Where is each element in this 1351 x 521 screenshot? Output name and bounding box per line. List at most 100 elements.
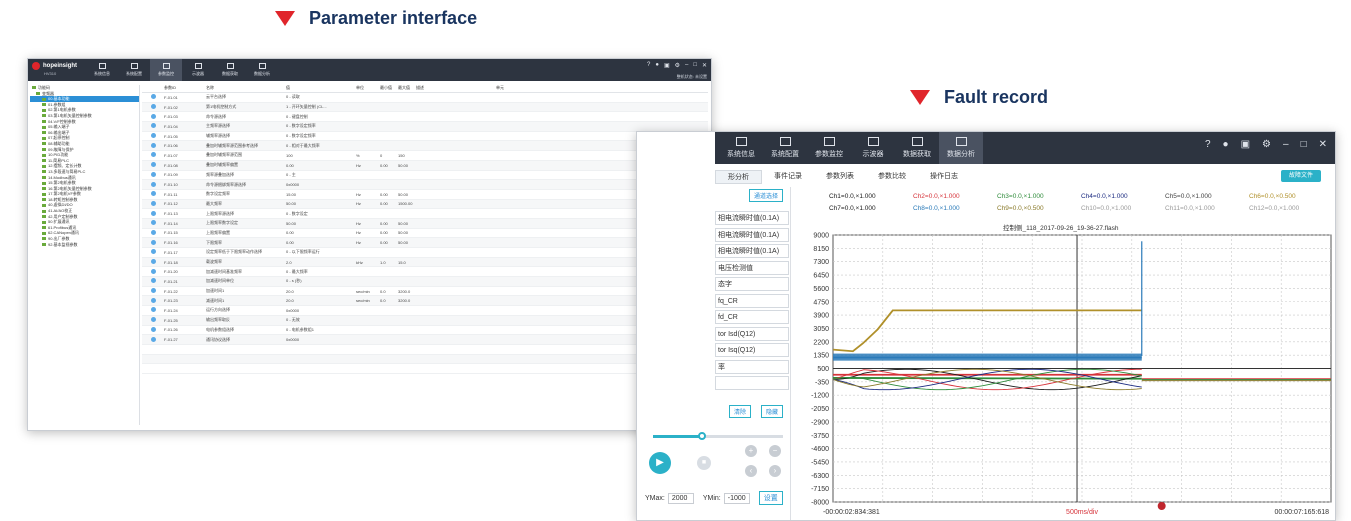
minimize-icon[interactable]: – [1283,139,1289,150]
table-row[interactable]: F-01.14 上限频率数字设定 50.00 Hz 0.00 50.00 [142,218,708,229]
column-header[interactable]: 参数ID [164,85,206,92]
zoom-out-icon[interactable]: − [769,445,781,457]
tab-4[interactable]: 数据获取 [895,132,939,164]
table-cell[interactable]: 20.0 [286,298,356,303]
table-cell[interactable]: 0.00 [286,163,356,168]
table-row[interactable]: F-01.25 输出频率取反 0 - 无效 [142,315,708,326]
table-row[interactable]: F-01.16 下限频率 0.00 Hz 0.00 50.00 [142,238,708,248]
table-row[interactable]: F-01.20 加减速时间基准频率 0 - 最大频率 [142,267,708,278]
table-row[interactable]: F-01.13 上限频率源选择 0 - 数字设定 [142,209,708,219]
table-cell[interactable]: 0x0000 [286,308,356,313]
table-cell[interactable]: 15.00 [286,192,356,197]
channel-variable[interactable]: tor Isq(Q12) [715,343,789,357]
channel-variable[interactable]: 率 [715,359,789,374]
channel-variable[interactable]: fd_CR [715,310,789,324]
screen-icon[interactable]: ▣ [664,62,670,69]
info-icon[interactable]: ● [655,62,659,69]
subtab[interactable]: 事件记录 [762,170,814,184]
table-row[interactable]: F-01.06 叠加时辅频率源范围参考选择 0 - 相对于最大频率 [142,141,708,152]
table-cell[interactable]: 0 - 无效 [286,317,356,323]
table-cell[interactable]: 0 - 相对于最大频率 [286,143,356,149]
channel-variable[interactable]: 相电流瞬时值(0.1A) [715,244,789,258]
subtab[interactable]: 操作日志 [918,170,970,184]
tab-1[interactable]: 系统配置 [118,59,150,81]
channel-select-button[interactable]: 通道选择 [749,189,784,202]
tree-item[interactable]: 92.基本监视参数 [30,242,139,248]
subtab[interactable]: 形分析 [715,170,762,184]
close-icon[interactable]: ✕ [1319,139,1327,150]
zoom-in-icon[interactable]: + [745,445,757,457]
tab-5[interactable]: 数据分析 [246,59,278,81]
gear-icon[interactable]: ⚙ [1262,139,1271,150]
table-cell[interactable]: 0 - 主 [286,172,356,178]
channel-variable[interactable] [715,376,789,390]
maximize-icon[interactable]: □ [693,62,697,69]
channel-variable[interactable]: 相电流瞬时值(0.1A) [715,227,789,242]
tab-5[interactable]: 数据分析 [939,132,983,164]
column-header[interactable] [142,85,164,92]
column-header[interactable]: 值 [286,85,356,92]
table-cell[interactable]: 0 - 最大频率 [286,269,356,275]
column-header[interactable]: 描述 [416,85,496,92]
table-row[interactable]: F-01.10 命令源捆绑频率源选择 0x0000 [142,180,708,190]
channel-variable[interactable]: 相电流瞬时值(0.1A) [715,211,789,225]
hide-button[interactable]: 隐藏 [761,405,784,418]
table-cell[interactable]: 0 - 电机参数组1 [286,327,356,333]
export-file-button[interactable]: 故障文件 [1280,170,1321,182]
table-cell[interactable]: 0 - 数字设定频率 [286,123,356,129]
table-cell[interactable]: 50.00 [286,221,356,226]
table-cell[interactable]: 0 - 数字设定 [286,211,356,217]
minimize-icon[interactable]: – [685,62,688,69]
table-cell[interactable]: 50.00 [286,201,356,206]
table-cell[interactable]: 0 - 读取 [286,94,356,100]
table-row[interactable]: F-01.18 载波频率 2.0 kHz 1.0 15.0 [142,257,708,268]
next-icon[interactable]: › [769,465,781,477]
table-row[interactable]: F-01.01 云平台选择 0 - 读取 [142,93,708,103]
waveform-chart[interactable]: 9000 8150 7300 6450 5600 4750 3900 3050 2200 1350… [793,187,1336,521]
table-row[interactable]: F-01.07 叠加时辅频率源范围 100% 0 150 [142,151,708,161]
table-row[interactable]: F-01.24 运行方向选择 0x0000 [142,306,708,316]
table-row[interactable]: F-01.17 设定频率低于下限频率动作选择 0 - 以下限频率运行 [142,248,708,258]
table-cell[interactable]: 0.00 [286,240,356,245]
table-cell[interactable]: 0.00 [286,230,356,235]
table-cell[interactable]: 0x0000 [286,337,356,342]
table-cell[interactable]: 100 [286,153,356,158]
subtab[interactable]: 参数比较 [866,170,918,184]
table-row[interactable]: F-01.26 电机参数组选择 0 - 电机参数组1 [142,326,708,336]
subtab[interactable]: 参数列表 [814,170,866,184]
stop-button[interactable]: ■ [697,456,711,470]
table-cell[interactable]: 0 - 以下限频率运行 [286,249,356,255]
table-row[interactable]: F-01.05 辅频率源选择 0 - 数字设定频率 [142,132,708,142]
tab-2[interactable]: 参数监控 [807,132,851,164]
table-cell[interactable]: 1 - 开环矢量控制 (CL... [286,104,356,110]
table-row[interactable]: F-01.11 数字设定频率 15.00 Hz 0.00 50.00 [142,190,708,200]
slider-knob[interactable] [698,432,707,440]
table-row[interactable]: F-01.21 加减速时间单位 0 - s (秒) [142,277,708,287]
play-button[interactable]: ▶ [649,452,671,474]
playback-slider[interactable] [653,432,783,440]
table-row[interactable]: F-01.15 上限频率偏置 0.00 Hz 0.00 50.00 [142,229,708,239]
info-icon[interactable]: ● [1223,139,1229,150]
maximize-icon[interactable]: □ [1301,139,1307,150]
tab-3[interactable]: 示波器 [182,59,214,81]
time-marker-icon[interactable] [1157,502,1166,510]
gear-icon[interactable]: ⚙ [675,62,680,69]
clear-button[interactable]: 清除 [729,405,752,418]
channel-variable[interactable]: 态字 [715,277,789,291]
channel-variable[interactable]: fq_CR [715,293,789,308]
record-icon[interactable]: ▣ [1241,139,1250,150]
ymax-input[interactable]: 2000 [667,492,694,504]
set-button[interactable]: 设置 [758,491,783,505]
tab-3[interactable]: 示波器 [851,132,895,164]
tab-0[interactable]: 系统信息 [86,59,118,81]
column-header[interactable]: 名称 [206,85,286,92]
channel-variable[interactable]: 电压检测值 [715,260,789,275]
column-header[interactable]: 单元 [496,85,576,92]
ymin-input[interactable]: -1000 [723,492,750,504]
table-row[interactable]: F-01.23 减速时间1 20.0 sec/min 0.0 3200.0 [142,296,708,307]
tab-4[interactable]: 数据获取 [214,59,246,81]
tab-0[interactable]: 系统信息 [719,132,763,164]
column-header[interactable]: 最大值 [398,85,416,92]
table-cell[interactable]: 0x0000 [286,182,356,187]
column-header[interactable]: 最小值 [380,85,398,92]
